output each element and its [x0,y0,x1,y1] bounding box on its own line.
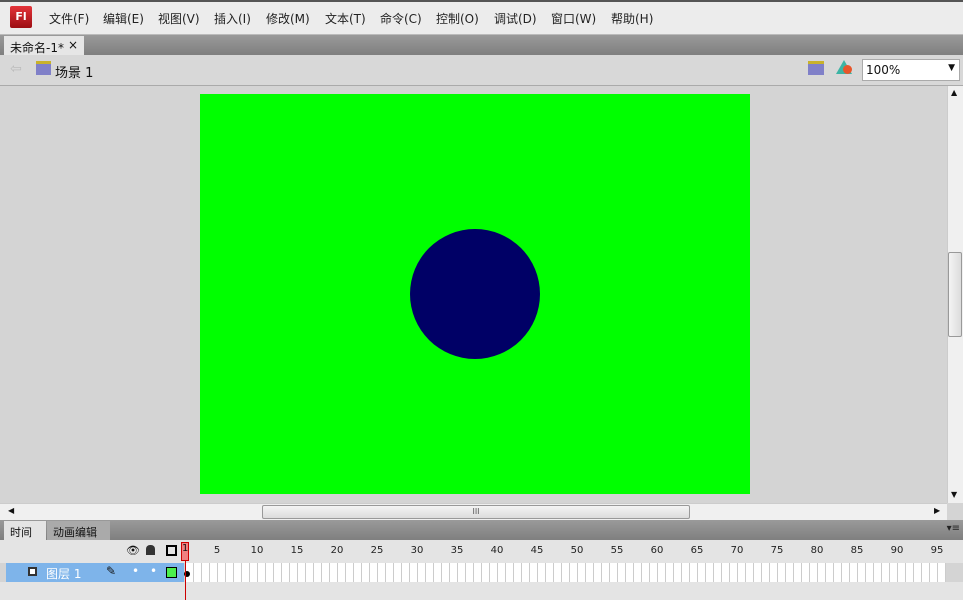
timeline-body [0,582,963,600]
zoom-select[interactable]: 100% ▼ [862,59,960,81]
edit-scene-icon[interactable] [808,61,824,75]
menu-item[interactable]: 插入(I) [214,10,251,27]
menu-item[interactable]: 帮助(H) [611,10,653,27]
menu-item[interactable]: 命令(C) [380,10,422,27]
tab-timeline[interactable]: 时间轴 [4,521,46,555]
layer-name[interactable]: 图层 1 [46,565,81,582]
panel-menu-icon[interactable]: ▾≡ [947,523,960,534]
menu-item[interactable]: 控制(O) [436,10,479,27]
outline-icon[interactable] [166,545,177,556]
menu-item[interactable]: 窗口(W) [551,10,596,27]
playhead-line [185,561,186,600]
clapper-icon [36,61,51,75]
zoom-value: 100% [866,63,901,77]
menu-item[interactable]: 编辑(E) [103,10,144,27]
lock-icon[interactable] [146,545,155,555]
horizontal-scroll-thumb[interactable]: III [262,505,690,519]
frame-label: 90 [890,545,904,556]
frame-label: 65 [690,545,704,556]
frame-label: 45 [530,545,544,556]
layer-icon [28,567,37,576]
vertical-scroll-thumb[interactable] [948,252,962,337]
tab-motion-editor[interactable]: 动画编辑器 [47,521,110,555]
scroll-right-icon[interactable]: ▶ [934,506,940,515]
frame-label: 35 [450,545,464,556]
scroll-down-icon[interactable]: ▼ [951,490,957,499]
frame-label: 25 [370,545,384,556]
pencil-icon: ✎ [106,564,117,578]
frame-label: 80 [810,545,824,556]
circle-shape[interactable] [410,229,540,359]
frame-label: 5 [213,545,221,556]
frame-label: 15 [290,545,304,556]
menu-item[interactable]: 文本(T) [325,10,366,27]
frame-label: 20 [330,545,344,556]
document-tab[interactable]: 未命名-1* × [4,36,84,55]
layer-row[interactable]: 图层 1 ✎ • • [6,563,184,582]
scroll-left-icon[interactable]: ◀ [8,506,14,515]
document-tab-bar: 未命名-1* × [0,35,963,55]
document-tab-title: 未命名-1* [10,41,64,55]
frame-label: 30 [410,545,424,556]
menu-item[interactable]: 修改(M) [266,10,310,27]
menu-bar [0,0,963,35]
menu-item[interactable]: 视图(V) [158,10,200,27]
timeline-tab-bar: 时间轴 动画编辑器 ▾≡ [0,520,963,555]
back-arrow-icon[interactable]: ⇦ [10,61,22,77]
menu-item[interactable]: 调试(D) [494,10,537,27]
scene-label[interactable]: 场景 1 [55,62,93,81]
chevron-down-icon: ▼ [948,63,955,73]
visibility-dot[interactable]: • [132,564,139,578]
close-icon[interactable]: × [68,38,78,52]
flash-logo: Fl [10,6,32,28]
edit-symbols-icon-circle [843,65,852,74]
menu-item[interactable]: 文件(F) [49,10,89,27]
frame-cells[interactable] [184,563,946,582]
frame-label: 85 [850,545,864,556]
frame-label: 40 [490,545,504,556]
layer-color-swatch[interactable] [166,567,177,578]
frame-label: 75 [770,545,784,556]
frame-label: 10 [250,545,264,556]
playhead[interactable]: 1 [181,542,189,561]
edit-bar: ⇦ 场景 1 [0,55,963,86]
scroll-up-icon[interactable]: ▲ [951,88,957,97]
frame-label: 60 [650,545,664,556]
frame-label: 55 [610,545,624,556]
frame-label: 70 [730,545,744,556]
frame-label: 95 [930,545,944,556]
frame-label: 50 [570,545,584,556]
eye-icon[interactable]: 👁 [126,544,140,557]
lock-dot[interactable]: • [150,564,157,578]
